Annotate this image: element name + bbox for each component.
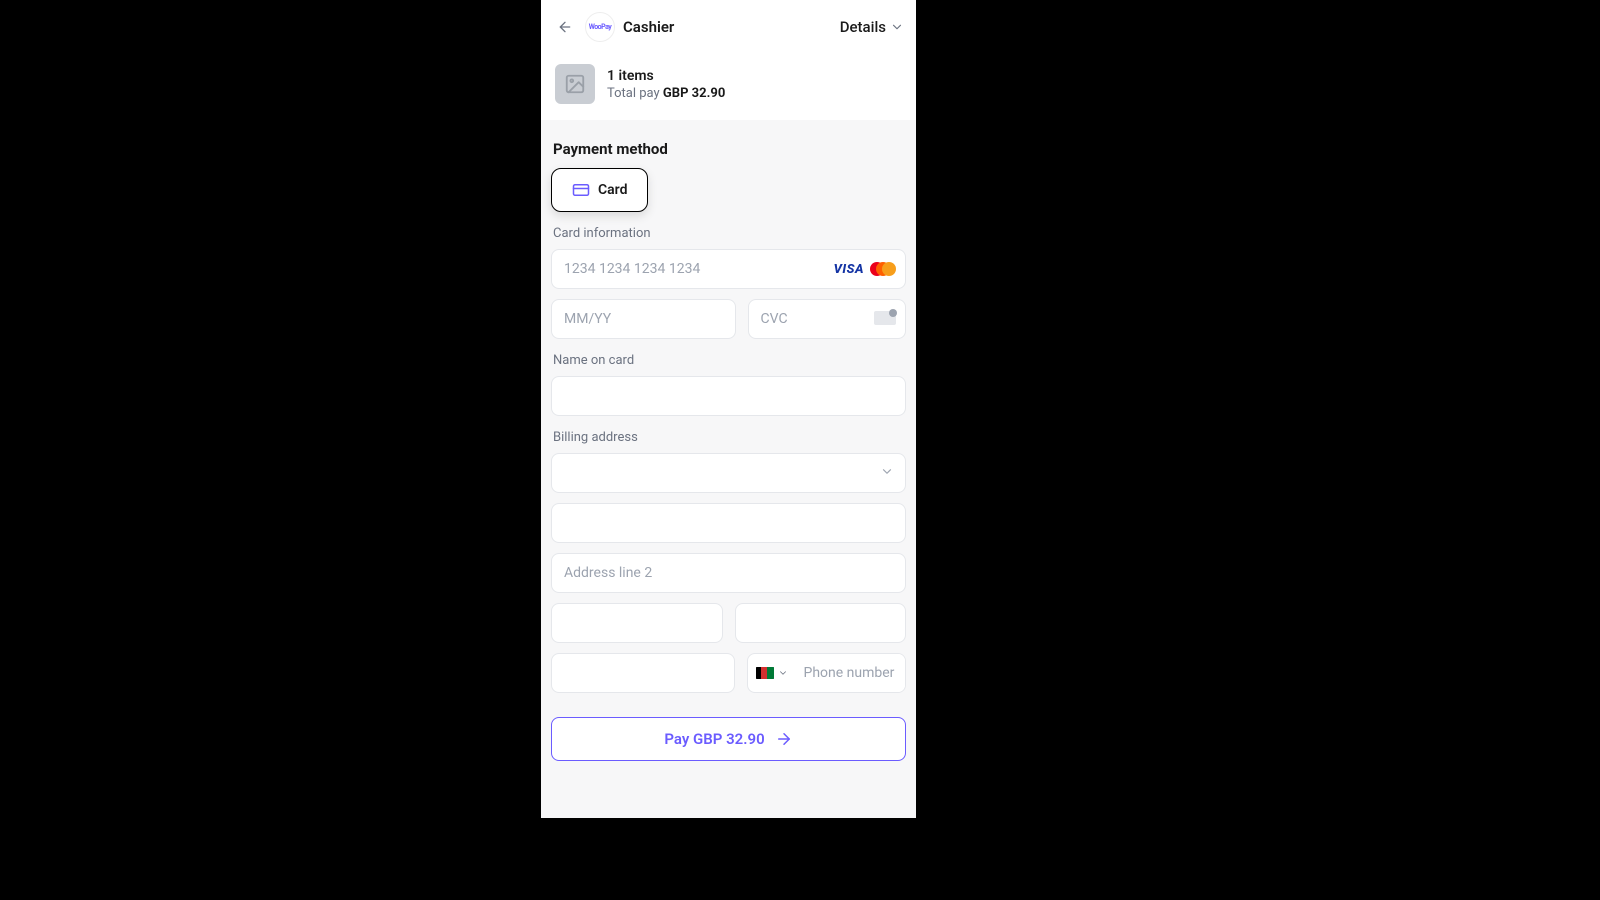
order-summary: 1 items Total pay GBP 32.90 [541,54,916,120]
billing-phone-input[interactable] [796,654,907,692]
billing-state-input[interactable] [551,653,735,693]
phone-country-picker[interactable] [748,667,796,679]
pay-button[interactable]: Pay GBP 32.90 [551,717,906,761]
billing-address-line2-input[interactable] [551,553,906,593]
billing-city-input[interactable] [551,603,723,643]
details-label: Details [840,18,886,36]
items-count: 1 items [607,68,725,84]
billing-address-label: Billing address [553,430,904,445]
billing-country-select[interactable] [551,453,906,493]
details-toggle[interactable]: Details [840,18,904,36]
flag-icon [756,667,774,679]
chevron-down-icon [890,20,904,34]
arrow-right-icon [775,730,793,748]
billing-postcode-input[interactable] [735,603,907,643]
order-thumbnail [555,64,595,104]
billing-phone-field [747,653,907,693]
header: WooPay Cashier Details [541,0,916,54]
name-on-card-label: Name on card [553,353,904,368]
name-on-card-input[interactable] [551,376,906,416]
accepted-card-brands: VISA [834,261,896,277]
page-title: Cashier [623,18,674,36]
brand-logo: WooPay [585,12,615,42]
mastercard-icon [870,261,896,277]
cvc-card-icon [874,309,898,329]
total-prefix: Total pay [607,86,663,101]
arrow-left-icon [557,19,573,35]
billing-address-line1-input[interactable] [551,503,906,543]
payment-method-title: Payment method [553,140,904,158]
back-button[interactable] [553,15,577,39]
image-placeholder-icon [564,73,586,95]
payment-method-card[interactable]: Card [551,168,648,212]
card-icon [572,181,590,199]
chevron-down-icon [778,668,788,678]
payment-method-card-label: Card [598,182,627,198]
card-expiry-input[interactable] [551,299,736,339]
total-line: Total pay GBP 32.90 [607,86,725,101]
total-amount: GBP 32.90 [663,86,725,101]
pay-button-label: Pay GBP 32.90 [664,730,764,748]
card-info-label: Card information [553,226,904,241]
checkout-panel: WooPay Cashier Details 1 items Total pay… [541,0,916,818]
visa-icon: VISA [834,262,864,277]
